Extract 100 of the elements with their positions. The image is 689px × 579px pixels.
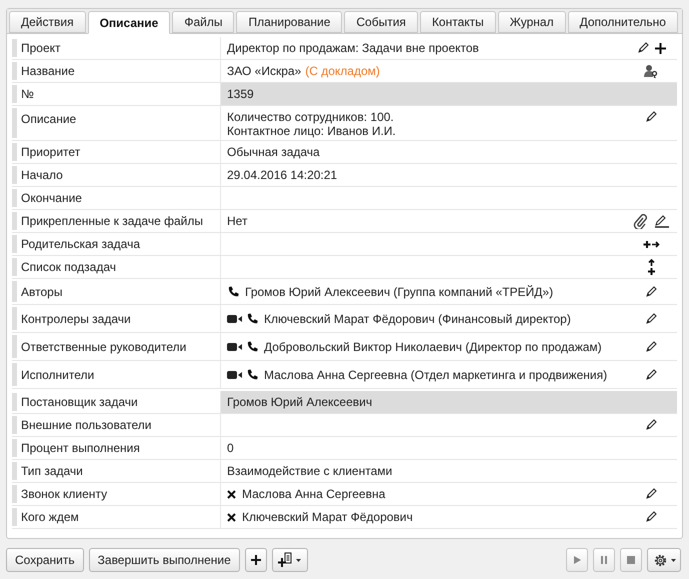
row-marker bbox=[12, 39, 17, 57]
arrow-plus-icon[interactable] bbox=[646, 258, 656, 276]
field-label: Приоритет bbox=[17, 141, 221, 163]
pencil-icon[interactable] bbox=[645, 286, 657, 298]
pause-button[interactable] bbox=[593, 548, 615, 572]
row-marker bbox=[12, 189, 17, 207]
paperclip-icon[interactable] bbox=[633, 214, 648, 228]
pencil-icon[interactable] bbox=[645, 312, 657, 324]
tab[interactable]: Планирование bbox=[236, 11, 342, 33]
row-marker bbox=[12, 166, 17, 184]
field-label: Звонок клиенту bbox=[17, 483, 221, 505]
field-label: Родительская задача bbox=[17, 233, 221, 255]
field-value: Громов Юрий Алексеевич bbox=[227, 394, 372, 411]
row-marker bbox=[12, 212, 17, 230]
tab[interactable]: Контакты bbox=[420, 11, 496, 33]
row-marker bbox=[12, 508, 17, 526]
person-name[interactable]: Маслова Анна Сергеевна bbox=[242, 485, 386, 503]
row-marker bbox=[12, 62, 17, 80]
tab[interactable]: Журнал bbox=[498, 11, 566, 33]
stop-button[interactable] bbox=[620, 548, 642, 572]
row-marker bbox=[12, 281, 17, 302]
field-value: Обычная задача bbox=[227, 144, 320, 161]
row-marker bbox=[12, 235, 17, 253]
person-name[interactable]: Добровольский Виктор Николаевич (Директор по продажам) bbox=[264, 338, 602, 356]
field-value: 1359 bbox=[227, 86, 254, 103]
field-value: Нет bbox=[227, 213, 248, 230]
plus-icon[interactable] bbox=[654, 42, 666, 54]
pencil-icon[interactable] bbox=[645, 419, 657, 431]
phone-icon[interactable] bbox=[246, 340, 258, 352]
play-icon bbox=[574, 556, 580, 564]
user-key-icon[interactable] bbox=[644, 64, 658, 78]
caret-icon bbox=[296, 558, 302, 562]
tab[interactable]: Описание bbox=[88, 11, 170, 34]
row-marker bbox=[12, 363, 17, 386]
field-label: Тип задачи bbox=[17, 460, 221, 482]
field-label: Название bbox=[17, 60, 221, 82]
settings-icon bbox=[652, 552, 668, 568]
video-camera-icon[interactable] bbox=[227, 370, 242, 380]
tab[interactable]: События bbox=[344, 11, 418, 33]
person-name[interactable]: Ключевский Марат Фёдорович (Финансовый директор) bbox=[264, 310, 571, 328]
phone-icon[interactable] bbox=[246, 312, 258, 324]
row-marker bbox=[12, 416, 17, 434]
description-text: Количество сотрудников: 100. Контактное лицо: Иванов И.И. bbox=[227, 110, 396, 138]
tab[interactable]: Файлы bbox=[172, 11, 234, 33]
row-marker bbox=[12, 307, 17, 330]
tab[interactable]: Действия bbox=[9, 11, 86, 33]
pencil-icon[interactable] bbox=[645, 368, 657, 380]
settings-dropdown[interactable] bbox=[647, 548, 681, 572]
row-marker bbox=[12, 439, 17, 457]
field-label: Контролеры задачи bbox=[17, 305, 221, 332]
action-button[interactable]: Завершить выполнение bbox=[88, 548, 240, 572]
add-document-icon bbox=[278, 552, 294, 568]
field-label: Проект bbox=[17, 37, 221, 59]
row-marker bbox=[12, 143, 17, 161]
person-name[interactable]: Маслова Анна Сергеевна (Отдел маркетинга и продвижения) bbox=[264, 366, 608, 384]
field-label: Кого ждем bbox=[17, 506, 221, 528]
person-name[interactable]: Ключевский Марат Фёдорович bbox=[242, 508, 413, 526]
pencil-icon[interactable] bbox=[645, 111, 657, 123]
add-button[interactable] bbox=[244, 548, 267, 572]
field-label: Ответственные руководители bbox=[17, 333, 221, 360]
row-marker bbox=[12, 258, 17, 276]
field-label: Авторы bbox=[17, 279, 221, 304]
field-label: Внешние пользователи bbox=[17, 414, 221, 436]
add-document-dropdown[interactable] bbox=[272, 548, 308, 572]
person-name[interactable]: Громов Юрий Алексеевич (Группа компаний «ТРЕЙД») bbox=[245, 282, 554, 300]
field-label: Процент выполнения bbox=[17, 437, 221, 459]
field-label: Начало bbox=[17, 164, 221, 186]
action-button[interactable]: Сохранить bbox=[6, 548, 84, 572]
row-marker bbox=[12, 462, 17, 480]
tab[interactable]: Дополнительно bbox=[568, 11, 678, 33]
video-camera-icon[interactable] bbox=[227, 314, 242, 324]
pencil-line-icon[interactable] bbox=[654, 214, 669, 228]
remove-icon[interactable] bbox=[227, 490, 236, 498]
field-label: Исполнители bbox=[17, 361, 221, 388]
plus-arrow-icon[interactable] bbox=[642, 240, 660, 248]
caret-icon bbox=[670, 558, 676, 562]
phone-icon[interactable] bbox=[246, 368, 258, 380]
field-label: Окончание bbox=[17, 187, 221, 209]
field-value: 0 bbox=[227, 440, 234, 457]
field-label: Описание bbox=[17, 106, 221, 140]
stop-icon bbox=[627, 556, 635, 564]
row-marker bbox=[12, 393, 17, 411]
play-button[interactable] bbox=[566, 548, 588, 572]
field-value: Директор по продажам: Задачи вне проектов bbox=[227, 40, 479, 57]
field-value: 29.04.2016 14:20:21 bbox=[227, 167, 338, 184]
row-marker bbox=[12, 485, 17, 503]
row-marker bbox=[12, 85, 17, 103]
remove-icon[interactable] bbox=[227, 512, 236, 522]
field-label: Список подзадач bbox=[17, 256, 221, 278]
field-note: (С докладом) bbox=[305, 63, 380, 80]
field-value: Взаимодействие с клиентами bbox=[227, 463, 392, 480]
pencil-icon[interactable] bbox=[645, 340, 657, 352]
row-marker bbox=[12, 108, 17, 138]
pencil-icon[interactable] bbox=[645, 488, 657, 500]
video-camera-icon[interactable] bbox=[227, 342, 242, 352]
field-label: Прикрепленные к задаче файлы bbox=[17, 210, 221, 232]
row-marker bbox=[12, 335, 17, 358]
pencil-icon[interactable] bbox=[636, 42, 648, 54]
phone-icon[interactable] bbox=[227, 286, 239, 298]
pencil-icon[interactable] bbox=[645, 511, 657, 523]
